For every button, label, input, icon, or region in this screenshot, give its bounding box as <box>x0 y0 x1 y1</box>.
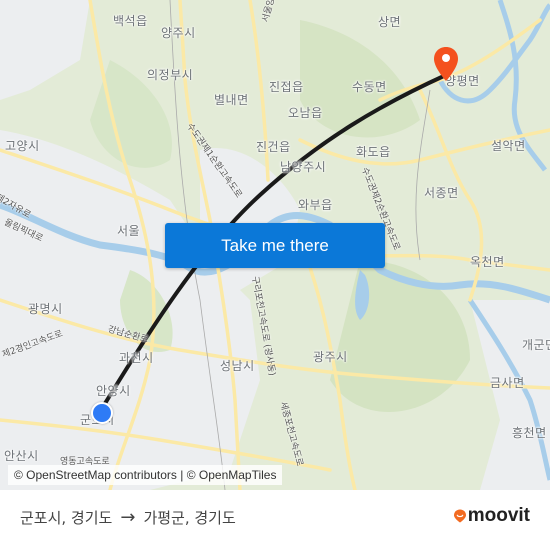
origin-label: 군포시, 경기도 <box>20 509 113 527</box>
place-label: 백석읍 <box>113 14 148 28</box>
place-label: 상면 <box>378 15 402 29</box>
place-label: 와부읍 <box>298 198 333 212</box>
place-label: 의정부시 <box>147 68 194 82</box>
place-label: 개군면 <box>522 338 550 352</box>
brand-name: moovit <box>467 505 530 526</box>
route-summary: 군포시, 경기도 → 가평군, 경기도 <box>20 507 236 528</box>
destination-pin-icon[interactable] <box>433 46 459 82</box>
destination-label: 가평군, 경기도 <box>143 509 236 527</box>
place-label: 고양시 <box>5 139 40 153</box>
place-label: 금사면 <box>490 376 525 390</box>
place-label: 서종면 <box>424 186 459 200</box>
place-label: 진건읍 <box>256 140 291 154</box>
place-label: 광주시 <box>313 350 348 364</box>
place-label: 흥천면 <box>512 426 547 440</box>
place-label: 성남시 <box>220 359 255 373</box>
map-attribution[interactable]: © OpenStreetMap contributors | © OpenMap… <box>8 465 283 485</box>
moovit-logo[interactable]: moovit <box>453 505 530 527</box>
place-label: 안양시 <box>96 384 131 398</box>
place-label: 화도읍 <box>356 145 391 159</box>
take-me-there-button[interactable]: Take me there <box>165 223 385 268</box>
place-label: 남양주시 <box>280 160 327 174</box>
place-label: 광명시 <box>28 302 63 316</box>
place-label: 설악면 <box>491 139 526 153</box>
arrow-right-icon: → <box>120 507 136 528</box>
place-label: 진접읍 <box>269 80 304 94</box>
map[interactable]: 백석읍양주시의정부시별내면 진접읍오남읍진건읍남양주시와부읍 상면수동면화도읍 설악면… <box>0 0 550 490</box>
place-label: 별내면 <box>214 93 249 107</box>
place-label: 과천시 <box>119 351 154 365</box>
footer: 군포시, 경기도 → 가평군, 경기도 moovit <box>0 490 550 550</box>
place-label: 서울 <box>117 224 141 238</box>
place-label: 옥천면 <box>470 255 505 269</box>
place-label: 안산시 <box>4 449 39 463</box>
place-label: 오남읍 <box>288 106 323 120</box>
place-label: 양주시 <box>161 26 196 40</box>
moovit-pin-icon <box>453 509 466 523</box>
origin-marker[interactable] <box>91 402 113 424</box>
place-label: 수동면 <box>352 80 387 94</box>
